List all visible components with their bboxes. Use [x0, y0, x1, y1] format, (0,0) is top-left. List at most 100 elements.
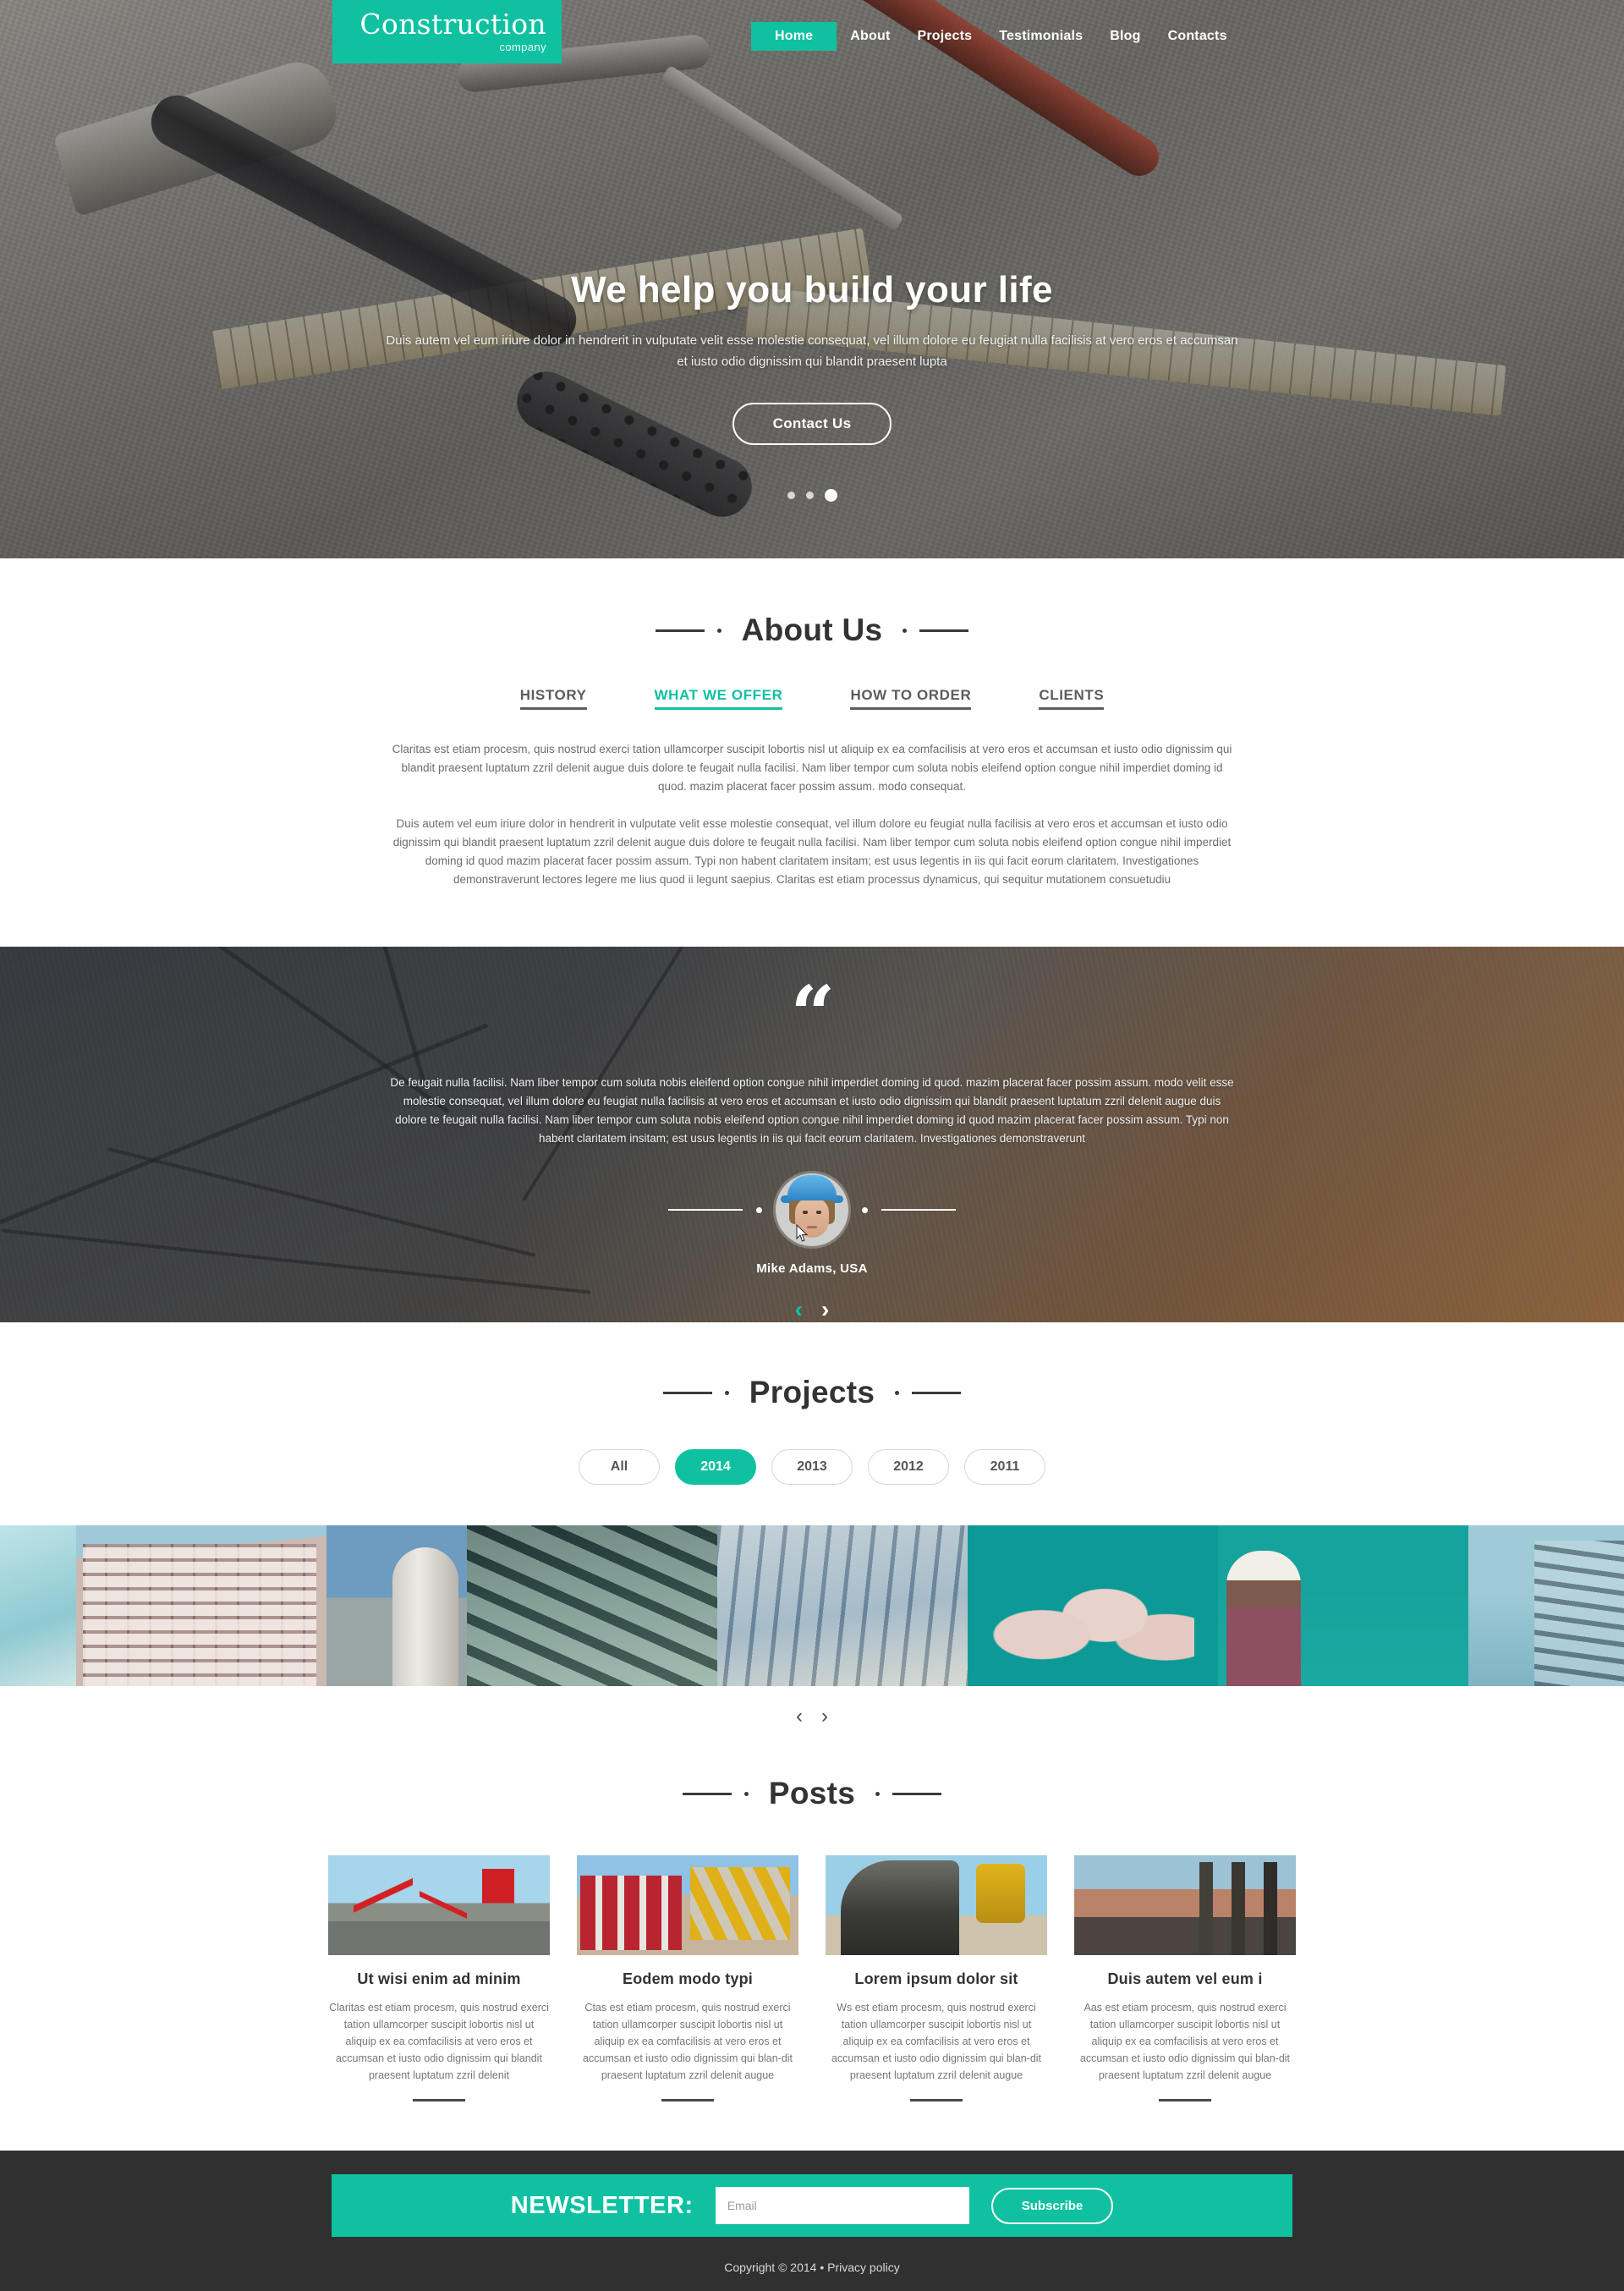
heading-dot-right [895, 1390, 900, 1395]
hero-dot-3[interactable] [824, 489, 837, 502]
eye-left [803, 1211, 808, 1214]
heading-rule-right [912, 1391, 962, 1394]
hero-slider: Construction company Home About Projects… [0, 0, 1624, 558]
site-footer: NEWSLETTER: Subscribe Copyright © 2014 •… [0, 2151, 1624, 2291]
posts-heading-text: Posts [768, 1776, 856, 1810]
post-divider [910, 2099, 963, 2101]
tab-history[interactable]: HISTORY [519, 687, 587, 710]
filter-2013[interactable]: 2013 [771, 1449, 853, 1485]
mouse-cursor-icon [796, 1224, 809, 1242]
heading-dot-right [903, 628, 908, 633]
project-thumbnail[interactable] [326, 1525, 467, 1686]
projects-heading-text: Projects [749, 1375, 875, 1409]
filter-2011[interactable]: 2011 [964, 1449, 1045, 1485]
author-dot-left [756, 1206, 762, 1213]
post-thumbnail[interactable] [1074, 1855, 1296, 1955]
project-thumbnail[interactable] [76, 1525, 326, 1686]
about-paragraph-1: Claritas est etiam procesm, quis nostrud… [392, 743, 1232, 793]
heading-dot-left [724, 1390, 729, 1395]
post-divider [413, 2099, 465, 2101]
project-thumbnail[interactable] [1218, 1525, 1468, 1686]
tab-what-we-offer[interactable]: WHAT WE OFFER [654, 687, 783, 710]
subscribe-button[interactable]: Subscribe [990, 2187, 1114, 2224]
tab-how-to-order[interactable]: HOW TO ORDER [850, 687, 972, 710]
project-filters: All 2014 2013 2012 2011 [0, 1449, 1624, 1485]
tab-clients[interactable]: CLIENTS [1039, 687, 1105, 710]
post-excerpt: Aas est etiam procesm, quis nostrud exer… [1079, 2002, 1291, 2081]
heading-dot-left [743, 1791, 749, 1796]
post-card[interactable]: Ut wisi enim ad minim Claritas est etiam… [328, 1855, 550, 2101]
about-section: About Us HISTORY WHAT WE OFFER HOW TO OR… [0, 558, 1624, 947]
projects-heading: Projects [0, 1375, 1624, 1410]
logo-title: Construction [359, 8, 546, 41]
post-title[interactable]: Lorem ipsum dolor sit [826, 1970, 1047, 1988]
filter-2014[interactable]: 2014 [675, 1449, 756, 1485]
projects-next-arrow-icon[interactable]: › [821, 1705, 828, 1728]
hero-subtitle: Duis autem vel eum iriure dolor in hendr… [386, 333, 1238, 369]
main-navigation: Home About Projects Testimonials Blog Co… [751, 22, 1241, 51]
avatar [776, 1173, 848, 1246]
heading-rule-right [892, 1792, 942, 1795]
post-thumbnail[interactable] [328, 1855, 550, 1955]
post-excerpt: Ctas est etiam procesm, quis nostrud exe… [582, 2002, 793, 2081]
newsletter-label: NEWSLETTER: [510, 2191, 694, 2219]
project-thumbnail[interactable] [467, 1525, 717, 1686]
posts-heading: Posts [0, 1776, 1624, 1811]
hero-dot-2[interactable] [805, 492, 814, 499]
about-heading: About Us [0, 613, 1624, 648]
project-thumbnail[interactable] [717, 1525, 968, 1686]
post-thumbnail[interactable] [826, 1855, 1047, 1955]
nav-item-projects[interactable]: Projects [903, 22, 985, 51]
nav-item-contacts[interactable]: Contacts [1155, 22, 1241, 51]
heading-rule-right [919, 629, 969, 632]
post-title[interactable]: Eodem modo typi [577, 1970, 798, 1988]
post-thumbnail[interactable] [577, 1855, 798, 1955]
hero-content: We help you build your life Duis autem v… [0, 269, 1624, 445]
projects-prev-arrow-icon[interactable]: ‹ [796, 1705, 803, 1728]
post-title[interactable]: Duis autem vel eum i [1074, 1970, 1296, 1988]
heading-dot-left [716, 628, 721, 633]
project-gallery-controls: ‹ › [0, 1705, 1624, 1728]
heading-rule-left [682, 1792, 732, 1795]
nav-item-blog[interactable]: Blog [1096, 22, 1154, 51]
testimonial-author-row [0, 1173, 1624, 1246]
heading-rule-left [655, 629, 705, 632]
post-title[interactable]: Ut wisi enim ad minim [328, 1970, 550, 1988]
filter-all[interactable]: All [579, 1449, 660, 1485]
copyright-text[interactable]: Copyright © 2014 • Privacy policy [0, 2261, 1624, 2274]
about-heading-text: About Us [741, 613, 883, 647]
post-card[interactable]: Duis autem vel eum i Aas est etiam proce… [1074, 1855, 1296, 2101]
project-thumbnail[interactable] [968, 1525, 1218, 1686]
testimonial-section: “ De feugait nulla facilisi. Nam liber t… [0, 947, 1624, 1322]
nav-item-testimonials[interactable]: Testimonials [985, 22, 1096, 51]
testimonial-author-name: Mike Adams, USA [756, 1261, 868, 1276]
site-logo[interactable]: Construction company [332, 0, 562, 63]
about-tab-panel: Claritas est etiam procesm, quis nostrud… [389, 740, 1235, 889]
nav-item-about[interactable]: About [837, 22, 903, 51]
project-thumbnail[interactable] [1468, 1525, 1624, 1686]
post-divider [661, 2099, 714, 2101]
project-thumbnail[interactable] [0, 1525, 76, 1686]
heading-dot-right [875, 1791, 881, 1796]
author-dot-right [862, 1206, 868, 1213]
nav-item-home[interactable]: Home [751, 22, 837, 51]
about-tabs: HISTORY WHAT WE OFFER HOW TO ORDER CLIEN… [0, 687, 1624, 710]
about-paragraph-2: Duis autem vel eum iriure dolor in hendr… [392, 817, 1232, 886]
filter-2012[interactable]: 2012 [868, 1449, 949, 1485]
post-excerpt: Claritas est etiam procesm, quis nostrud… [329, 2002, 549, 2081]
testimonial-prev-arrow-icon[interactable]: ‹ [795, 1298, 803, 1321]
logo-tagline: company [499, 41, 546, 53]
post-card[interactable]: Eodem modo typi Ctas est etiam procesm, … [577, 1855, 798, 2101]
hero-dot-1[interactable] [787, 492, 795, 499]
testimonial-content: “ De feugait nulla facilisi. Nam liber t… [0, 947, 1624, 1322]
newsletter-email-input[interactable] [715, 2187, 969, 2224]
hero-title: We help you build your life [571, 269, 1053, 310]
testimonial-next-arrow-icon[interactable]: › [821, 1298, 829, 1321]
quote-mark-icon: “ [790, 969, 836, 1060]
hard-hat-icon [787, 1175, 837, 1200]
contact-us-button[interactable]: Contact Us [732, 403, 892, 445]
heading-rule-left [662, 1391, 712, 1394]
post-card[interactable]: Lorem ipsum dolor sit Ws est etiam proce… [826, 1855, 1047, 2101]
author-rule-left [668, 1209, 743, 1211]
testimonial-controls: ‹ › [0, 1298, 1624, 1321]
